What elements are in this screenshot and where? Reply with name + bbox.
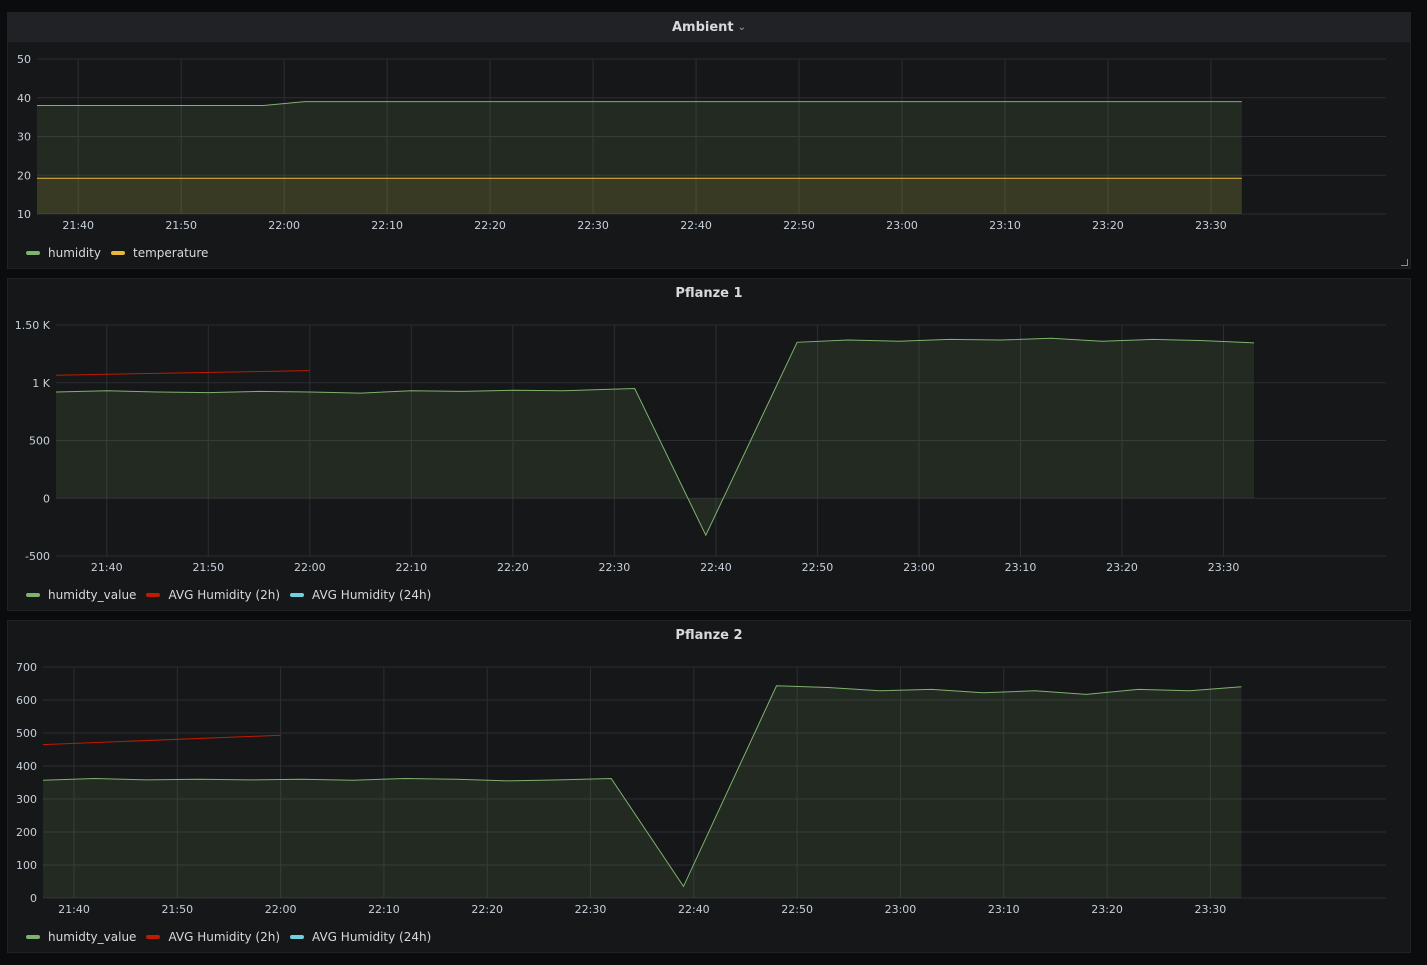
- series-area-1: [37, 178, 1242, 214]
- legend-item[interactable]: humidty_value: [26, 930, 136, 944]
- x-tick-label: 21:50: [192, 561, 224, 574]
- x-tick-label: 23:00: [903, 561, 935, 574]
- x-tick-label: 22:30: [599, 561, 631, 574]
- x-tick-label: 23:00: [886, 219, 918, 232]
- x-tick-label: 23:30: [1195, 219, 1227, 232]
- y-tick-label: 50: [17, 53, 31, 66]
- legend-item[interactable]: AVG Humidity (24h): [290, 588, 431, 602]
- legend-item[interactable]: temperature: [111, 246, 208, 260]
- legend-label: AVG Humidity (24h): [312, 588, 432, 602]
- legend: humidity temperature: [26, 246, 208, 260]
- x-tick-label: 22:00: [268, 219, 300, 232]
- x-tick-label: 22:10: [395, 561, 427, 574]
- legend-item[interactable]: AVG Humidity (2h): [146, 930, 280, 944]
- y-tick-label: 0: [30, 892, 37, 905]
- panel-pflanze-2: Pflanze 2 0 100 200 300 400 500 600 700 21:40 21:…: [7, 620, 1411, 953]
- x-tick-label: 22:30: [575, 903, 607, 916]
- y-tick-label: 200: [16, 826, 37, 839]
- x-tick-label: 22:30: [577, 219, 609, 232]
- x-tick-label: 21:40: [58, 903, 90, 916]
- x-tick-label: 22:20: [474, 219, 506, 232]
- legend: humidty_value AVG Humidity (2h) AVG Humidi…: [26, 930, 431, 944]
- chart-ambient[interactable]: 10 20 30 40 50 21:40 21:50 22:00 22:10 22:20 22:30…: [8, 13, 1412, 243]
- y-tick-label: 0: [43, 492, 50, 505]
- x-tick-label: 21:50: [165, 219, 197, 232]
- x-tick-label: 21:40: [91, 561, 123, 574]
- x-tick-label: 22:10: [371, 219, 403, 232]
- x-tick-label: 23:20: [1106, 561, 1138, 574]
- x-tick-label: 22:00: [265, 903, 297, 916]
- legend-item[interactable]: AVG Humidity (24h): [290, 930, 431, 944]
- x-tick-label: 22:50: [802, 561, 834, 574]
- y-tick-label: 500: [16, 727, 37, 740]
- resize-handle[interactable]: [1401, 259, 1408, 266]
- legend-label: AVG Humidity (2h): [168, 588, 281, 602]
- x-tick-label: 22:40: [678, 903, 710, 916]
- y-tick-label: 1 K: [32, 377, 50, 390]
- panel-ambient: Ambient ⌄ 10 20 30 40 50 21:40 21:50 22:00 22:10…: [7, 12, 1411, 269]
- legend-swatch: [146, 593, 161, 597]
- x-tick-label: 22:50: [781, 903, 813, 916]
- x-tick-label: 23:20: [1092, 219, 1124, 232]
- x-tick-label: 22:40: [680, 219, 712, 232]
- chart-pflanze-1[interactable]: -500 0 500 1 K 1.50 K 21:40 21:50 22:00 22:10 22:…: [8, 279, 1412, 584]
- legend-item[interactable]: humidty_value: [26, 588, 136, 602]
- y-tick-label: 20: [17, 169, 31, 182]
- x-tick-label: 21:50: [161, 903, 193, 916]
- y-tick-label: 10: [17, 208, 31, 221]
- y-tick-label: 30: [17, 131, 31, 144]
- legend-label: humidity: [48, 246, 101, 260]
- legend: humidty_value AVG Humidity (2h) AVG Humidi…: [26, 588, 431, 602]
- y-tick-label: 40: [17, 92, 31, 105]
- x-tick-label: 23:30: [1208, 561, 1240, 574]
- y-tick-label: -500: [25, 550, 50, 563]
- legend-swatch: [290, 935, 305, 939]
- x-tick-label: 23:10: [988, 903, 1020, 916]
- x-tick-label: 21:40: [62, 219, 94, 232]
- y-tick-label: 100: [16, 859, 37, 872]
- legend-label: AVG Humidity (2h): [168, 930, 281, 944]
- panel-pflanze-1: Pflanze 1 -500 0 500 1 K 1.50 K 21:40 21:50 22:…: [7, 278, 1411, 611]
- y-tick-label: 700: [16, 661, 37, 674]
- y-tick-label: 1.50 K: [15, 319, 51, 332]
- legend-item[interactable]: AVG Humidity (2h): [146, 588, 280, 602]
- x-tick-label: 23:00: [885, 903, 917, 916]
- series-line-1: [42, 734, 281, 746]
- x-tick-label: 23:10: [1005, 561, 1037, 574]
- legend-label: temperature: [133, 246, 209, 260]
- x-tick-label: 22:20: [497, 561, 529, 574]
- series-line-1: [55, 370, 310, 376]
- legend-swatch: [111, 251, 125, 255]
- y-tick-label: 500: [29, 435, 50, 448]
- legend-swatch: [26, 251, 40, 255]
- y-tick-label: 300: [16, 793, 37, 806]
- x-tick-label: 23:20: [1091, 903, 1123, 916]
- legend-swatch: [26, 935, 40, 939]
- y-tick-label: 600: [16, 694, 37, 707]
- series-area-0: [43, 685, 1242, 898]
- x-tick-label: 22:40: [700, 561, 732, 574]
- legend-swatch: [146, 935, 161, 939]
- legend-label: AVG Humidity (24h): [312, 930, 432, 944]
- chart-pflanze-2[interactable]: 0 100 200 300 400 500 600 700 21:40 21:50 22:00 22:…: [8, 621, 1412, 926]
- legend-swatch: [26, 593, 40, 597]
- legend-item[interactable]: humidity: [26, 246, 101, 260]
- x-tick-label: 23:30: [1195, 903, 1227, 916]
- legend-label: humidty_value: [48, 588, 137, 602]
- x-tick-label: 22:00: [294, 561, 326, 574]
- x-tick-label: 23:10: [989, 219, 1021, 232]
- x-tick-label: 22:10: [368, 903, 400, 916]
- x-tick-label: 22:50: [783, 219, 815, 232]
- legend-swatch: [290, 593, 305, 597]
- x-tick-label: 22:20: [471, 903, 503, 916]
- legend-label: humidty_value: [48, 930, 137, 944]
- series-area-0: [56, 338, 1254, 536]
- y-tick-label: 400: [16, 760, 37, 773]
